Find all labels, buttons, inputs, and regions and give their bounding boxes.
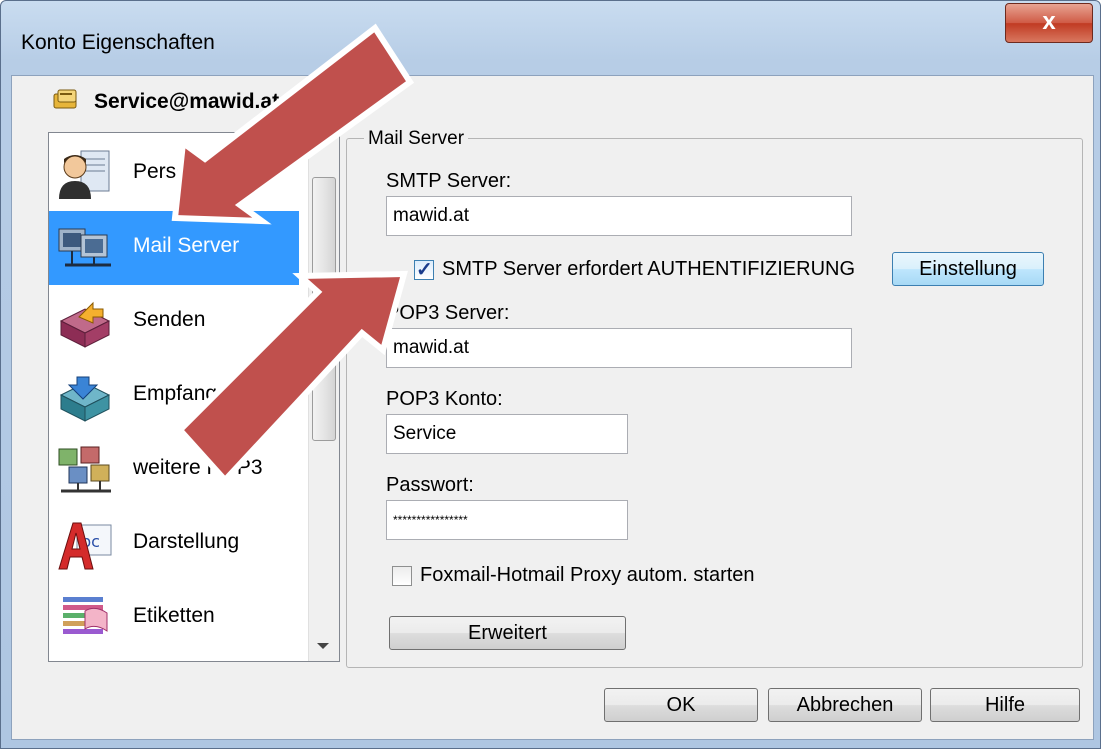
smtp-auth-label: SMTP Server erfordert AUTHENTIFIZIERUNG (442, 258, 856, 280)
nav-item-persoenliches[interactable]: Persönliches (49, 137, 299, 211)
multi-server-icon (58, 446, 111, 493)
nav-item-label: Senden (133, 308, 206, 331)
nav-item-label: Mail Server (133, 234, 240, 257)
nav-item-etiketten[interactable]: Etiketten (49, 581, 299, 655)
pop3-server-label: POP3 Server: (386, 302, 510, 324)
nav-item-label: Etiketten (133, 604, 215, 627)
smtp-auth-checkbox[interactable]: ✓ (414, 259, 434, 281)
pop3-account-label: POP3 Konto: (386, 388, 503, 410)
nav-item-weitere-pop3[interactable]: weitere POP3 (49, 433, 299, 507)
title-bar: Konto Eigenschaften x (1, 1, 1101, 75)
close-icon: x (1042, 8, 1056, 35)
computers-network-icon (58, 228, 111, 267)
category-scrollbar[interactable] (308, 133, 339, 661)
nav-item-label: Darstellung (133, 530, 240, 553)
advanced-button[interactable]: Erweitert (389, 616, 626, 650)
password-input[interactable]: **************** (386, 500, 628, 540)
group-title: Mail Server (364, 128, 469, 150)
einstellung-button[interactable]: Einstellung (892, 252, 1044, 286)
category-list[interactable]: Persönliches Mail Server Senden Empfange… (48, 132, 340, 662)
proxy-label: Foxmail-Hotmail Proxy autom. starten (420, 564, 755, 586)
scrollbar-thumb[interactable] (312, 177, 336, 441)
help-button[interactable]: Hilfe (930, 688, 1080, 722)
proxy-checkbox[interactable] (392, 566, 412, 586)
ok-button[interactable]: OK (604, 688, 758, 722)
nav-item-label: Persönliches (133, 160, 254, 183)
grip-icon (319, 302, 329, 317)
nav-item-darstellung[interactable]: bc Darstellung (49, 507, 299, 581)
account-card-icon (53, 89, 77, 109)
nav-item-mail-server[interactable]: Mail Server (49, 211, 299, 285)
password-label: Passwort: (386, 474, 474, 496)
smtp-server-label: SMTP Server: (386, 170, 512, 192)
receive-box-icon (59, 376, 111, 422)
person-icon (59, 150, 110, 199)
pop3-account-input[interactable]: Service (386, 414, 628, 454)
nav-item-label: weitere POP3 (133, 456, 263, 479)
label-flag-icon (63, 597, 108, 634)
checkmark-icon: ✓ (416, 259, 433, 281)
font-abc-icon: bc (58, 522, 112, 570)
nav-item-empfangen[interactable]: Empfangen (49, 359, 299, 433)
smtp-server-input[interactable]: mawid.at (386, 196, 852, 236)
send-box-icon (59, 301, 111, 348)
dialog-window: Konto Eigenschaften x Service@mawid.at P… (0, 0, 1101, 749)
nav-item-senden[interactable]: Senden (49, 285, 299, 359)
window-title: Konto Eigenschaften (21, 31, 215, 54)
cancel-button[interactable]: Abbrechen (768, 688, 922, 722)
dialog-client-area: Service@mawid.at Persönliches Mail Serve… (11, 75, 1094, 740)
close-button[interactable]: x (1005, 3, 1093, 43)
pop3-server-input[interactable]: mawid.at (386, 328, 852, 368)
nav-item-label: Empfangen (133, 382, 241, 405)
account-name: Service@mawid.at (94, 90, 280, 113)
chevron-down-icon[interactable] (317, 643, 329, 649)
